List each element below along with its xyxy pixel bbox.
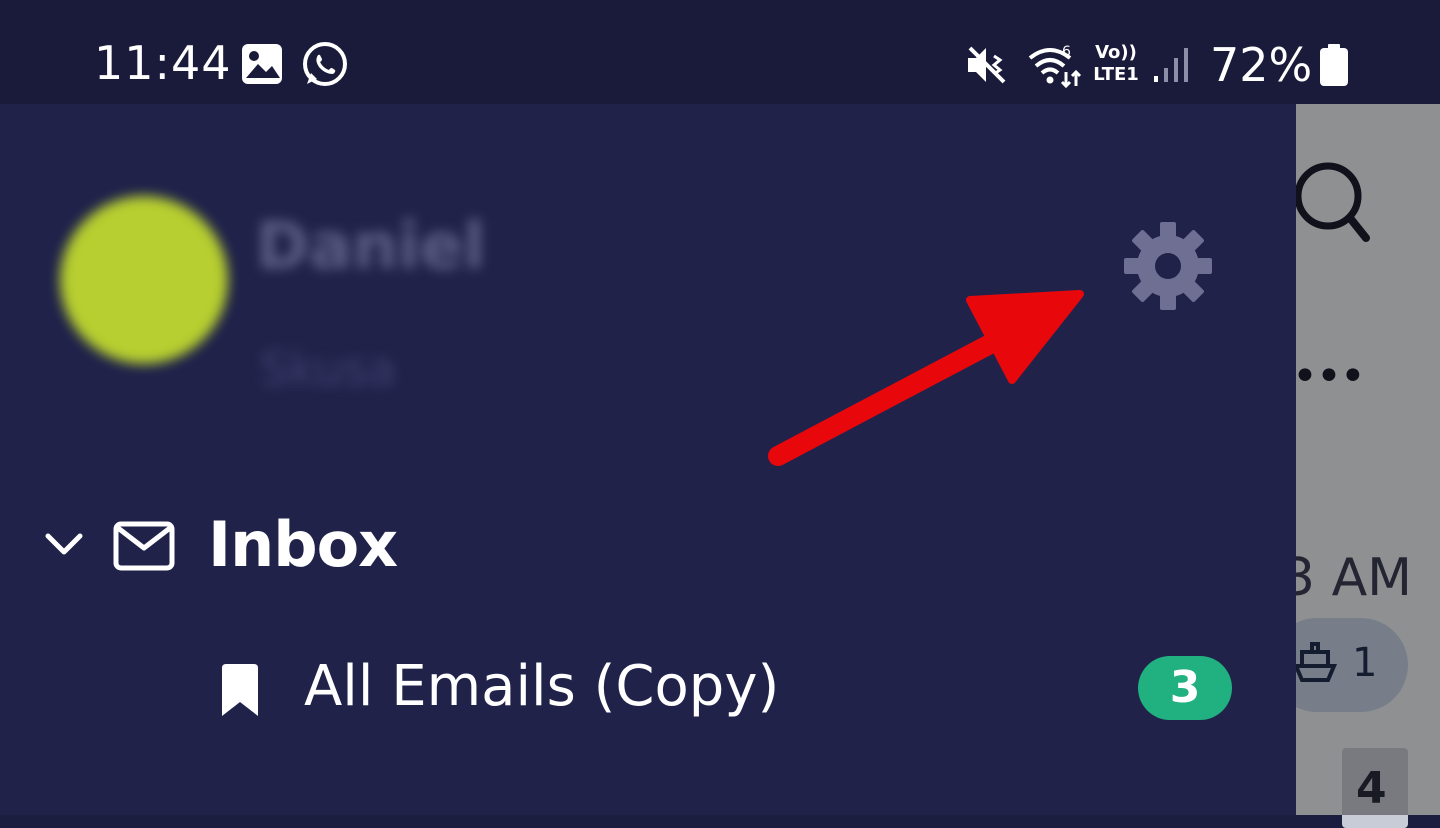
unread-count-badge: 3 bbox=[1138, 656, 1232, 720]
subfolder-label: All Emails (Copy) bbox=[304, 654, 780, 719]
inbox-label: Inbox bbox=[208, 508, 398, 581]
chevron-down-icon[interactable] bbox=[44, 530, 84, 560]
folder-next-partial[interactable] bbox=[0, 780, 1296, 820]
whatsapp-icon bbox=[303, 42, 347, 86]
avatar[interactable] bbox=[60, 196, 228, 364]
folder-all-emails-copy[interactable]: All Emails (Copy) 3 bbox=[0, 640, 1296, 750]
image-icon bbox=[242, 44, 282, 84]
mail-icon bbox=[113, 521, 175, 571]
wifi-6-label: 6 bbox=[1062, 44, 1071, 60]
network-volte-label: Vo)) LTE1 bbox=[1093, 42, 1139, 85]
signal-icon bbox=[1154, 48, 1188, 82]
navigation-drawer: Daniel Skusa Inbox All Emails (Copy) 3 bbox=[0, 0, 1296, 815]
wifi-icon: 6 bbox=[1028, 44, 1082, 88]
account-name: Daniel bbox=[256, 210, 486, 284]
settings-gear-icon[interactable] bbox=[1118, 216, 1218, 316]
account-subtitle: Skusa bbox=[260, 342, 396, 396]
annotation-arrow bbox=[768, 290, 1084, 466]
folder-inbox[interactable]: Inbox bbox=[30, 500, 930, 600]
battery-icon bbox=[1320, 44, 1348, 86]
status-bar: 11:44 6 Vo)) LTE1 72% bbox=[0, 0, 1440, 104]
status-time: 11:44 bbox=[94, 36, 232, 90]
vibrate-mute-icon bbox=[968, 46, 1006, 84]
bookmark-icon bbox=[222, 664, 258, 716]
battery-percent: 72% bbox=[1210, 38, 1313, 92]
send-icon bbox=[110, 802, 330, 820]
